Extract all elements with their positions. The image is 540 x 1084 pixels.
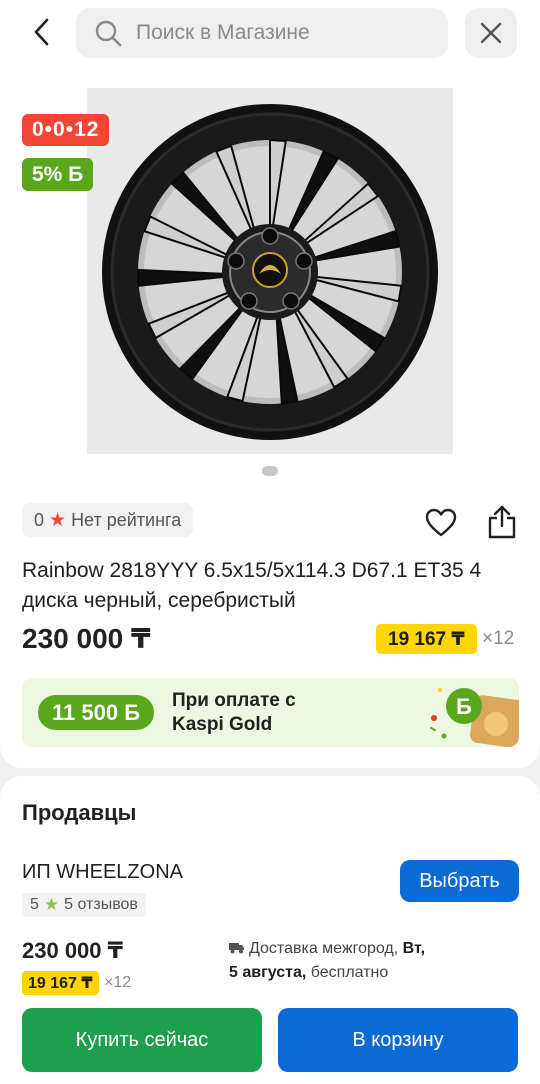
top-bar <box>0 0 540 66</box>
monthly-payment[interactable]: 19 167 ₸ <box>376 624 477 654</box>
close-icon <box>480 22 502 44</box>
truck-icon <box>229 943 244 954</box>
seller-name[interactable]: ИП WHEELZONA <box>22 861 183 884</box>
choose-seller-button[interactable]: Выбрать <box>400 860 519 902</box>
delivery-prefix: Доставка межгород, <box>249 940 403 957</box>
seller-rating[interactable]: 5 ★ 5 отзывов <box>22 893 146 917</box>
monthly-multiplier: ×12 <box>482 628 515 649</box>
product-price: 230 000 ₸ <box>22 623 151 654</box>
search-bar[interactable] <box>76 8 448 58</box>
delivery-date: 5 августа, <box>229 964 307 981</box>
gold-bonus-badge: 11 500 Б <box>38 695 154 730</box>
rating-chip[interactable]: 0 ★ Нет рейтинга <box>22 503 194 537</box>
wheel-image <box>87 88 453 454</box>
product-page: 0•0•12 5% Б 0 ★ Нет рейтинга Rainbow 281… <box>0 0 540 1084</box>
gold-banner-text: При оплате с Kaspi Gold <box>172 690 296 735</box>
star-icon: ★ <box>49 509 67 531</box>
buy-now-button[interactable]: Купить сейчас <box>22 1008 262 1072</box>
share-button[interactable] <box>485 504 519 540</box>
delivery-suffix: бесплатно <box>306 964 389 981</box>
product-title: Rainbow 2818YYY 6.5x15/5x114.3 D67.1 ET3… <box>22 559 482 612</box>
delivery-info: Доставка межгород, Вт, 5 августа, бесплат… <box>229 937 469 985</box>
seller-price: 230 000 ₸ <box>22 938 123 963</box>
share-icon <box>488 505 516 539</box>
star-icon: ★ <box>43 895 60 914</box>
seller-reviews: 5 отзывов <box>64 896 138 913</box>
search-input[interactable] <box>136 21 426 45</box>
rating-text: Нет рейтинга <box>71 509 182 530</box>
back-button[interactable] <box>22 12 62 52</box>
gallery-indicator[interactable] <box>262 466 278 476</box>
kaspi-gold-banner[interactable]: 11 500 Б При оплате с Kaspi Gold Б <box>22 678 519 747</box>
favorite-button[interactable] <box>424 506 458 540</box>
installment-badge: 0•0•12 <box>22 114 110 146</box>
seller-monthly-payment: 19 167 ₸ <box>22 971 99 995</box>
back-icon <box>34 18 49 46</box>
product-image[interactable] <box>87 88 453 454</box>
heart-icon <box>425 508 457 537</box>
bonus-badge: 5% Б <box>22 158 94 191</box>
close-button[interactable] <box>465 8 517 58</box>
rating-value: 0 <box>34 509 45 530</box>
kaspi-gold-illustration: Б <box>429 688 519 747</box>
add-to-cart-button[interactable]: В корзину <box>278 1008 518 1072</box>
seller-monthly-multiplier: ×12 <box>104 974 132 991</box>
search-icon <box>95 20 122 47</box>
delivery-day: Вт, <box>402 940 426 957</box>
sellers-title: Продавцы <box>22 800 137 825</box>
seller-rating-value: 5 <box>30 896 39 913</box>
svg-text:Б: Б <box>456 694 472 719</box>
